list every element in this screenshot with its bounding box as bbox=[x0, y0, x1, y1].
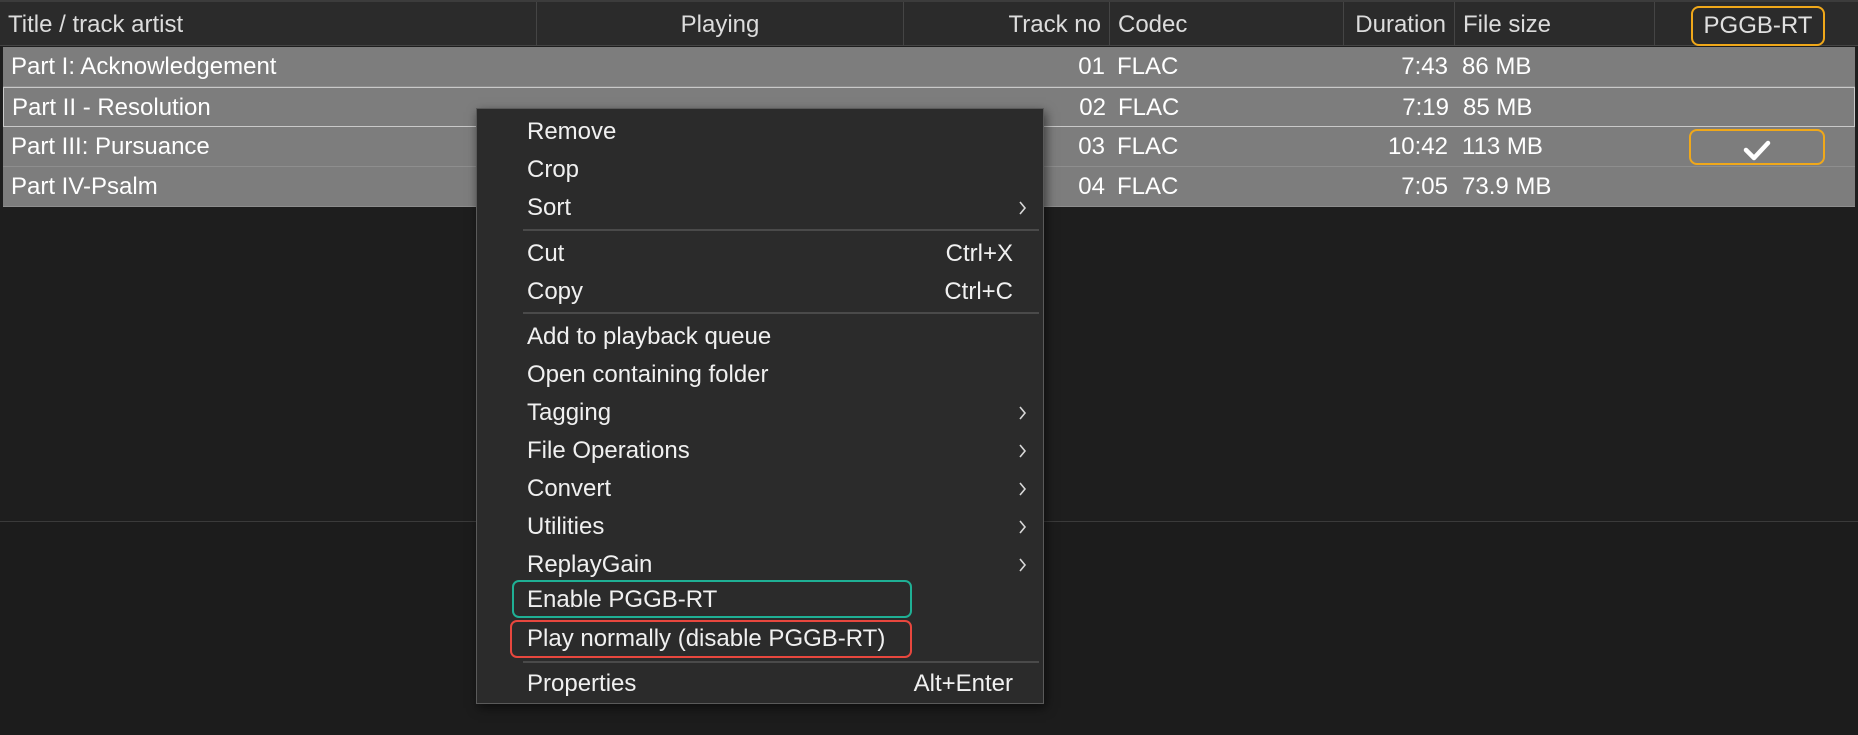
menu-item-label: Crop bbox=[527, 156, 580, 183]
menu-separator bbox=[523, 312, 1039, 314]
column-header-codec[interactable]: Codec bbox=[1110, 2, 1344, 46]
menu-item-enable-pggb[interactable]: Enable PGGB-RT bbox=[477, 581, 1043, 619]
menu-item-label: Sort bbox=[527, 194, 572, 221]
track-codec: FLAC bbox=[1117, 53, 1179, 80]
menu-item-shortcut: Ctrl+X bbox=[945, 240, 1013, 267]
column-header-title[interactable]: Title / track artist bbox=[0, 2, 537, 46]
menu-item-label: Copy bbox=[527, 278, 584, 305]
track-pggb-status bbox=[1689, 169, 1825, 205]
checkmark-icon bbox=[1689, 129, 1825, 165]
track-pggb-status bbox=[1690, 90, 1826, 126]
column-header-track-no[interactable]: Track no bbox=[904, 2, 1110, 46]
menu-item-label: Enable PGGB-RT bbox=[527, 586, 718, 613]
track-duration: 7:43 bbox=[1401, 53, 1448, 80]
menu-item-shortcut: Alt+Enter bbox=[913, 670, 1013, 697]
menu-item-copy[interactable]: Copy Ctrl+C bbox=[477, 273, 1043, 311]
menu-item-play-normally[interactable]: Play normally (disable PGGB-RT) bbox=[477, 620, 1043, 658]
menu-item-label: Convert bbox=[527, 475, 612, 502]
chevron-right-icon bbox=[1019, 482, 1027, 496]
track-file-size: 73.9 MB bbox=[1462, 173, 1552, 200]
menu-item-label: Cut bbox=[527, 240, 565, 267]
track-file-size: 113 MB bbox=[1462, 133, 1543, 160]
menu-item-add-to-queue[interactable]: Add to playback queue bbox=[477, 318, 1043, 356]
track-codec: FLAC bbox=[1117, 133, 1179, 160]
track-duration: 7:19 bbox=[1402, 94, 1449, 121]
menu-item-file-operations[interactable]: File Operations bbox=[477, 432, 1043, 470]
menu-item-label: Tagging bbox=[527, 399, 612, 426]
menu-item-replaygain[interactable]: ReplayGain bbox=[477, 546, 1043, 584]
menu-item-sort[interactable]: Sort bbox=[477, 189, 1043, 227]
track-codec: FLAC bbox=[1117, 173, 1179, 200]
menu-item-label: ReplayGain bbox=[527, 551, 653, 578]
menu-item-cut[interactable]: Cut Ctrl+X bbox=[477, 235, 1043, 273]
track-title: Part IV-Psalm bbox=[11, 173, 158, 200]
track-file-size: 86 MB bbox=[1462, 53, 1532, 80]
column-header-duration[interactable]: Duration bbox=[1344, 2, 1455, 46]
column-header-playing[interactable]: Playing bbox=[537, 2, 904, 46]
column-header-pggb[interactable]: PGGB-RT bbox=[1691, 6, 1825, 46]
chevron-right-icon bbox=[1019, 444, 1027, 458]
chevron-right-icon bbox=[1019, 406, 1027, 420]
menu-item-crop[interactable]: Crop bbox=[477, 151, 1043, 189]
menu-item-utilities[interactable]: Utilities bbox=[477, 508, 1043, 546]
track-file-size: 85 MB bbox=[1463, 94, 1533, 121]
menu-item-label: Remove bbox=[527, 118, 617, 145]
menu-item-open-folder[interactable]: Open containing folder bbox=[477, 356, 1043, 394]
column-header-bar: Title / track artist Playing Track no Co… bbox=[0, 0, 1858, 46]
menu-item-tagging[interactable]: Tagging bbox=[477, 394, 1043, 432]
track-title: Part II - Resolution bbox=[12, 94, 211, 121]
menu-item-label: Properties bbox=[527, 670, 637, 697]
menu-separator bbox=[523, 661, 1039, 663]
track-number: 01 bbox=[1078, 53, 1105, 80]
track-codec: FLAC bbox=[1118, 94, 1180, 121]
context-menu: Remove Crop Sort Cut Ctrl+X Copy Ctrl+C … bbox=[476, 108, 1044, 704]
table-row[interactable]: Part I: Acknowledgement 01 FLAC 7:43 86 … bbox=[3, 47, 1855, 87]
menu-item-label: Play normally (disable PGGB-RT) bbox=[527, 625, 886, 652]
menu-item-label: File Operations bbox=[527, 437, 690, 464]
chevron-right-icon bbox=[1019, 558, 1027, 572]
menu-item-label: Open containing folder bbox=[527, 361, 769, 388]
menu-item-convert[interactable]: Convert bbox=[477, 470, 1043, 508]
track-duration: 7:05 bbox=[1401, 173, 1448, 200]
menu-item-label: Utilities bbox=[527, 513, 605, 540]
menu-separator bbox=[523, 229, 1039, 231]
chevron-right-icon bbox=[1019, 520, 1027, 534]
column-header-file-size[interactable]: File size bbox=[1455, 2, 1655, 46]
menu-item-properties[interactable]: Properties Alt+Enter bbox=[477, 665, 1043, 703]
menu-item-remove[interactable]: Remove bbox=[477, 113, 1043, 151]
track-title: Part I: Acknowledgement bbox=[11, 53, 277, 80]
menu-item-shortcut: Ctrl+C bbox=[944, 278, 1013, 305]
track-duration: 10:42 bbox=[1387, 133, 1448, 160]
chevron-right-icon bbox=[1019, 201, 1027, 215]
track-title: Part III: Pursuance bbox=[11, 133, 210, 160]
menu-item-label: Add to playback queue bbox=[527, 323, 772, 350]
track-pggb-status bbox=[1689, 49, 1825, 85]
